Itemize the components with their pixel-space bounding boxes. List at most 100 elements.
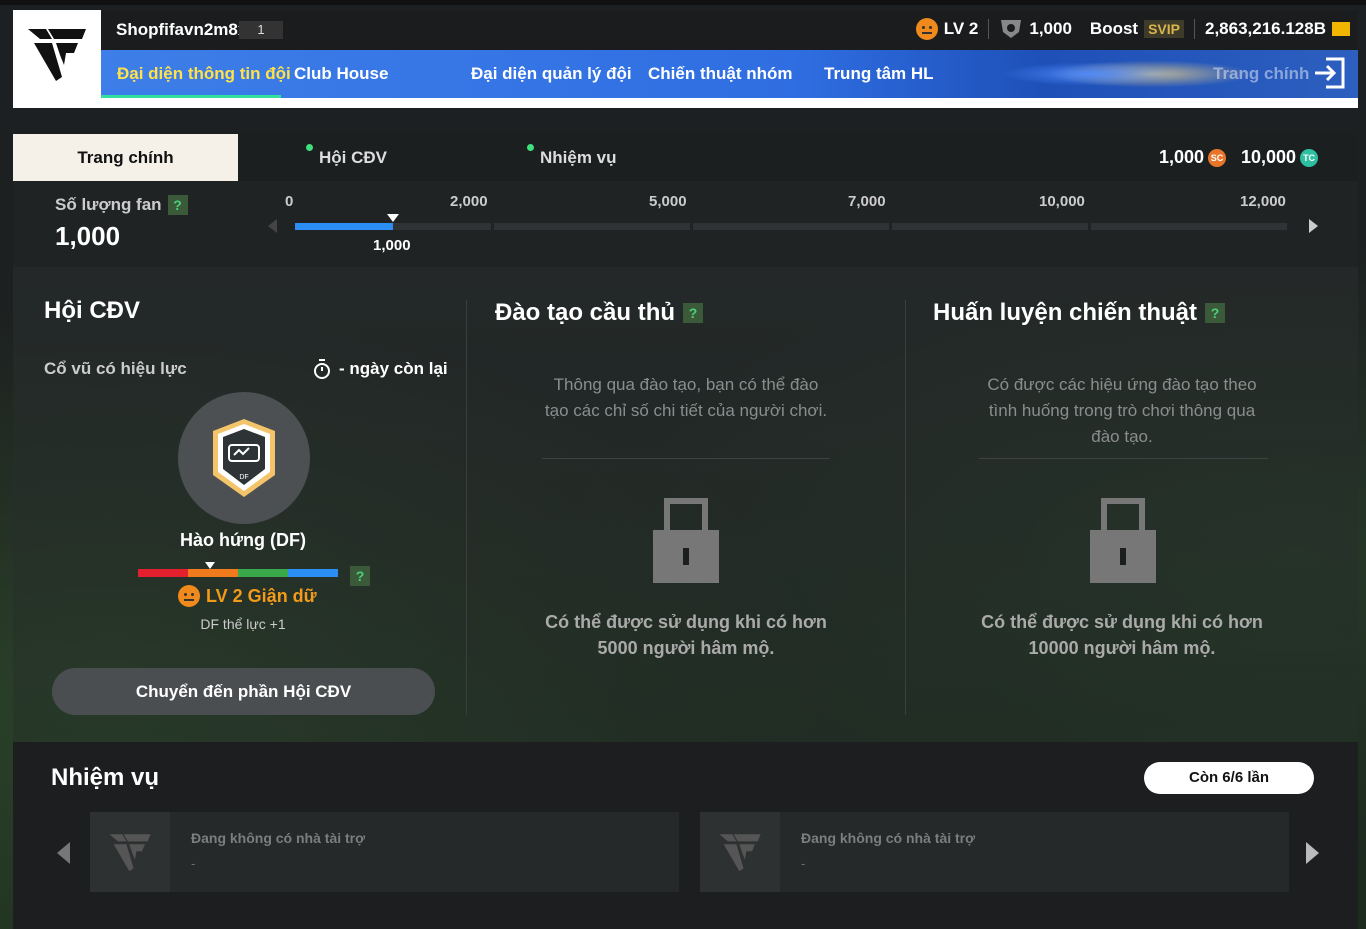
training-help-button[interactable]: ?: [683, 303, 704, 323]
username[interactable]: Shopfifavn2m8x: [116, 20, 247, 40]
tactics-title: Huấn luyện chiến thuật ?: [933, 299, 1226, 327]
sc-coin-icon: SC: [1208, 148, 1227, 167]
timer-icon: [314, 359, 330, 379]
feature-panels: Hội CĐV Cổ vũ có hiệu lực - ngày còn lại…: [13, 267, 1358, 742]
fan-count-value: 1,000: [55, 221, 121, 251]
progress-segment: [693, 223, 889, 230]
tick-label: 10,000: [1039, 193, 1085, 210]
progress-fill: [295, 223, 393, 230]
sponsor-title: Đang không có nhà tài trợ: [801, 830, 976, 846]
help-button[interactable]: ?: [167, 195, 188, 215]
tactics-locked-text: Có thể được sử dụng khi có hơn 10000 ngư…: [981, 612, 1263, 658]
angry-face-icon: [915, 18, 938, 40]
tick-label: 7,000: [848, 193, 886, 210]
badge-text: DF: [239, 474, 248, 481]
nav-item-club-house[interactable]: Club House: [294, 64, 388, 84]
missions-section: Nhiệm vụ Còn 6/6 lần Đang không có nhà t…: [13, 742, 1358, 929]
fc-logo-icon: [28, 29, 86, 81]
prev-arrow-icon[interactable]: [57, 842, 70, 864]
mood-level-text: LV 2 Giận dữ: [206, 585, 317, 606]
tab-fan-club-label: Hội CĐV: [319, 148, 387, 167]
top-strip: [0, 0, 1366, 5]
training-title-text: Đào tạo cầu thủ: [495, 299, 676, 326]
mood-segment: [138, 569, 188, 577]
separator: [542, 458, 830, 459]
active-cheer-label: Cổ vũ có hiệu lực: [44, 359, 187, 378]
remaining-attempts-button[interactable]: Còn 6/6 lần: [1144, 762, 1314, 794]
fan-progress: Số lượng fan ? 1,000 0 2,000 5,000 7,000…: [13, 181, 1358, 267]
training-description: Thông qua đào tạo, bạn có thể đào tạo cá…: [544, 375, 828, 420]
tab-fan-club[interactable]: Hội CĐV: [306, 144, 387, 168]
tab-missions[interactable]: Nhiệm vụ: [527, 144, 617, 168]
tactics-help-button[interactable]: ?: [1205, 303, 1226, 323]
mood-help-button[interactable]: ?: [350, 566, 370, 586]
header: Shopfifavn2m8x 1 LV 2 1,000 Boost SVIP 2…: [13, 10, 1358, 120]
sponsor-logo: [700, 812, 780, 892]
tab-missions-label: Nhiệm vụ: [540, 148, 617, 167]
cheer-badge[interactable]: DF: [178, 392, 310, 524]
df-badge-icon: DF: [213, 419, 275, 497]
tick-label: 2,000: [450, 193, 488, 210]
fan-label-text: Số lượng fan: [55, 195, 162, 214]
mood-segment: [238, 569, 288, 577]
next-arrow-icon[interactable]: [1306, 842, 1319, 864]
fan-count-label: Số lượng fan ?: [55, 195, 188, 215]
sponsor-title: Đang không có nhà tài trợ: [191, 830, 366, 846]
days-left-text: - ngày còn lại: [339, 359, 448, 378]
sponsor-sub: -: [801, 856, 806, 871]
panel-divider: [905, 300, 906, 715]
fan-count: 1,000: [1029, 19, 1072, 38]
nav-item-team-info[interactable]: Đại diện thông tin đội: [117, 64, 291, 84]
tick-label: 5,000: [649, 193, 687, 210]
svip-badge[interactable]: SVIP: [1144, 20, 1184, 38]
fc-logo-icon: [719, 834, 761, 872]
exit-icon[interactable]: [1312, 56, 1346, 90]
sc-value: 1,000: [1159, 147, 1205, 167]
nav-item-team-manager[interactable]: Đại diện quản lý đội: [471, 64, 632, 84]
go-to-fan-club-button[interactable]: Chuyển đến phần Hội CĐV: [52, 668, 435, 715]
tick-label: 0: [285, 193, 294, 210]
progress-segment: [1091, 223, 1287, 230]
mood-segment: [188, 569, 238, 577]
progress-segment: [494, 223, 690, 230]
mood-level-label: LV 2 Giận dữ: [178, 585, 317, 607]
tc-coin-icon: TC: [1300, 148, 1319, 167]
sc-currency: 1,000 SC: [1159, 147, 1227, 168]
fc-logo[interactable]: [13, 10, 101, 98]
mood-effect: DF thể lực +1: [200, 616, 286, 632]
lock-icon: [653, 498, 719, 583]
main-nav: Đại diện thông tin đội Club House Đại di…: [101, 50, 1358, 98]
sponsor-sub: -: [191, 856, 196, 871]
divider: [1194, 19, 1195, 39]
tactics-description: Có được các hiệu ứng đào tạo theo tình h…: [987, 375, 1257, 446]
next-arrow-icon[interactable]: [1309, 219, 1318, 233]
header-stats: LV 2 1,000 Boost SVIP 2,863,216.128B: [915, 18, 1350, 40]
nav-item-team-tactics[interactable]: Chiến thuật nhóm: [648, 64, 792, 84]
mood-segment: [288, 569, 338, 577]
sponsor-logo: [90, 812, 170, 892]
missions-title: Nhiệm vụ: [51, 764, 160, 791]
fc-logo-icon: [109, 834, 151, 872]
angry-face-icon: [178, 585, 200, 607]
panel-divider: [466, 300, 467, 715]
nav-item-training-center[interactable]: Trung tâm HL: [824, 64, 934, 84]
divider: [988, 19, 990, 39]
prev-arrow-icon[interactable]: [268, 219, 277, 233]
progress-marker-icon: [387, 214, 399, 222]
progress-current-label: 1,000: [373, 237, 411, 254]
sponsor-card[interactable]: Đang không có nhà tài trợ -: [90, 812, 679, 892]
fan-club-title: Hội CĐV: [44, 297, 140, 324]
notification-dot: [527, 144, 534, 151]
user-level-badge: 1: [239, 21, 283, 39]
sponsor-card[interactable]: Đang không có nhà tài trợ -: [700, 812, 1289, 892]
days-left: - ngày còn lại: [313, 359, 448, 379]
gold-bars-icon: [1332, 22, 1350, 36]
tc-value: 10,000: [1241, 147, 1297, 167]
tactics-title-text: Huấn luyện chiến thuật: [933, 299, 1198, 326]
separator: [979, 458, 1268, 459]
header-top-bar: Shopfifavn2m8x 1 LV 2 1,000 Boost SVIP 2…: [101, 10, 1358, 50]
header-bottom-bar: [13, 98, 1358, 108]
training-title: Đào tạo cầu thủ ?: [495, 299, 704, 327]
boost-label[interactable]: Boost: [1090, 19, 1138, 39]
tab-main[interactable]: Trang chính: [13, 134, 238, 181]
